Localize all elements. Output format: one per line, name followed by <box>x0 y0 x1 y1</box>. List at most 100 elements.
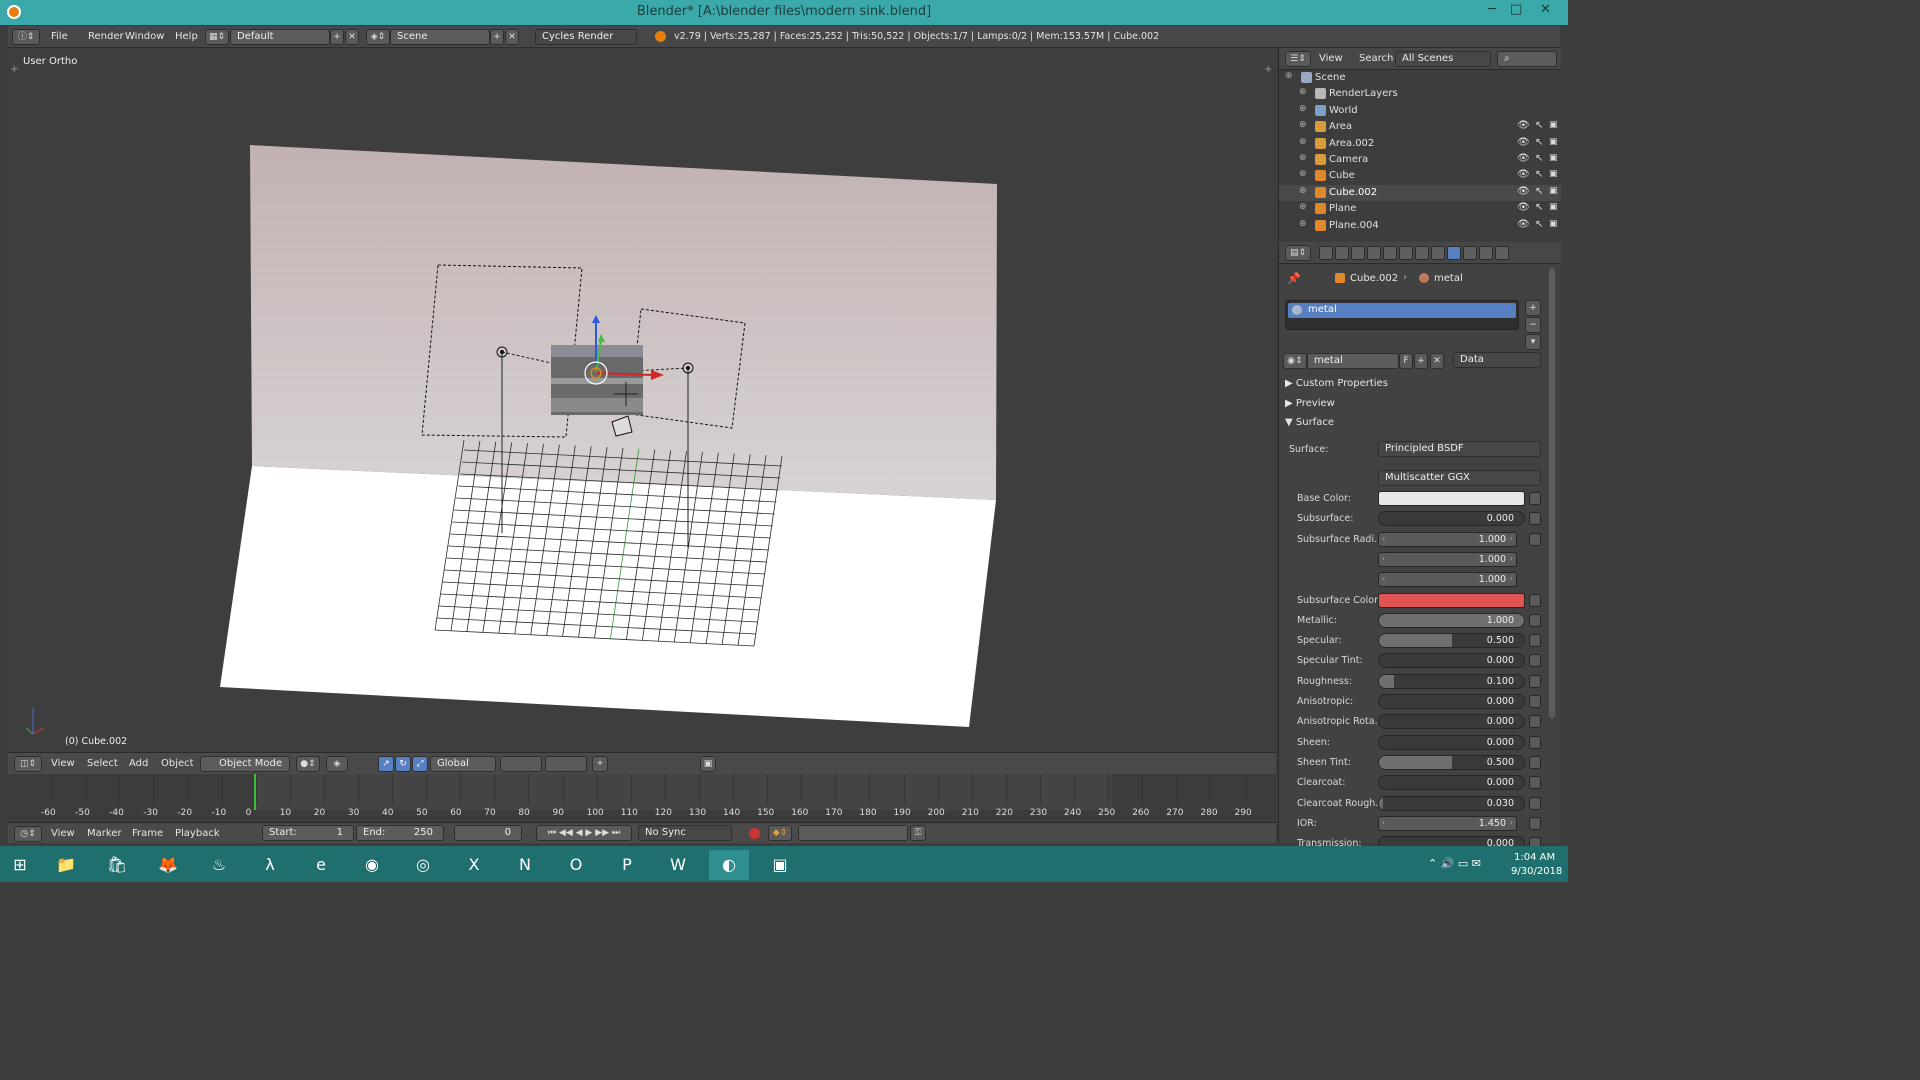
expand-toggle-icon[interactable]: ⊕ <box>1299 186 1307 196</box>
base-color-swatch[interactable] <box>1378 491 1525 506</box>
node-link-button[interactable] <box>1529 695 1541 708</box>
clock-date[interactable]: 9/30/2018 <box>1511 866 1562 877</box>
menu-file[interactable]: File <box>51 31 68 42</box>
pin-icon[interactable]: 📌 <box>1287 272 1301 285</box>
texture-tab-icon[interactable] <box>1463 246 1477 260</box>
vector-field[interactable]: ‹ 1.000 › <box>1378 531 1517 547</box>
render-camera-icon[interactable]: ▣ <box>1549 202 1558 212</box>
expand-toggle-icon[interactable]: ⊕ <box>1299 219 1307 229</box>
mode-dropdown[interactable]: Object Mode <box>200 756 290 772</box>
render-tab-icon[interactable] <box>1319 246 1333 260</box>
value-slider[interactable]: 0.500 <box>1378 633 1525 649</box>
snap-button[interactable]: ⌖ <box>592 756 608 772</box>
node-link-button[interactable] <box>1529 755 1541 769</box>
editor-type-properties-button[interactable]: ▤⇕ <box>1285 245 1311 261</box>
keying-set-button[interactable]: ◆⇕ <box>768 825 792 841</box>
data-tab-icon[interactable] <box>1431 246 1445 260</box>
material-add-button[interactable]: + <box>1414 353 1428 369</box>
custom-properties-panel-header[interactable]: ▶ Custom Properties <box>1285 378 1545 396</box>
word-icon[interactable]: W <box>658 850 698 880</box>
region-toggle-right-icon[interactable]: + <box>1264 64 1272 75</box>
onenote-icon[interactable]: N <box>505 850 545 880</box>
scene-remove-button[interactable]: ✕ <box>505 29 519 45</box>
outliner-item-plane-004[interactable]: ⊕ Plane.004 👁 ↖ ▣ <box>1279 218 1561 234</box>
file-explorer-icon[interactable]: 📁 <box>46 850 86 880</box>
value-slider[interactable]: 0.500 <box>1378 754 1525 770</box>
render-engine-dropdown[interactable]: Cycles Render <box>535 29 637 45</box>
outliner-item-area-002[interactable]: ⊕ Area.002 👁 ↖ ▣ <box>1279 136 1561 152</box>
scene-tab-icon[interactable] <box>1351 246 1365 260</box>
physics-tab-icon[interactable] <box>1495 246 1509 260</box>
start-frame-field[interactable]: Start: 1 <box>262 825 354 841</box>
node-link-button[interactable] <box>1529 512 1541 526</box>
value-slider[interactable]: 0.030 <box>1378 795 1525 811</box>
node-link-button[interactable] <box>1529 654 1541 668</box>
node-link-button[interactable] <box>1529 816 1541 830</box>
value-slider[interactable]: 0.000 <box>1378 694 1525 709</box>
layout-add-button[interactable]: + <box>330 29 344 45</box>
visibility-eye-icon[interactable]: 👁 <box>1517 120 1530 131</box>
outliner-search-input[interactable]: ⌕ <box>1497 51 1557 67</box>
value-slider[interactable]: 0.000 <box>1378 775 1525 791</box>
preview-panel-header[interactable]: ▶ Preview <box>1285 398 1545 416</box>
region-toggle-icon[interactable]: + <box>10 64 18 75</box>
increment-arrow-icon[interactable]: › <box>1510 574 1513 583</box>
expand-toggle-icon[interactable]: ⊕ <box>1299 169 1307 179</box>
render-layers-tab-icon[interactable] <box>1335 246 1349 260</box>
3d-viewport[interactable]: User Ortho (0) Cube.002 + + <box>8 48 1276 752</box>
render-camera-icon[interactable]: ▣ <box>1549 186 1558 196</box>
link-dropdown[interactable]: Data <box>1453 352 1541 368</box>
decrement-arrow-icon[interactable]: ‹ <box>1382 818 1385 827</box>
expand-toggle-icon[interactable]: ⊕ <box>1299 137 1307 147</box>
render-camera-icon[interactable]: ▣ <box>1549 169 1558 179</box>
increment-arrow-icon[interactable]: › <box>1510 534 1513 543</box>
outliner-item-plane[interactable]: ⊕ Plane 👁 ↖ ▣ <box>1279 201 1561 217</box>
chrome-canary-icon[interactable]: ◎ <box>403 850 443 880</box>
select-cursor-icon[interactable]: ↖ <box>1535 186 1543 197</box>
outlook-icon[interactable]: O <box>556 850 596 880</box>
select-cursor-icon[interactable]: ↖ <box>1535 120 1543 131</box>
scene-field[interactable]: Scene <box>390 29 490 45</box>
node-link-button[interactable] <box>1529 674 1541 688</box>
photos-icon[interactable]: ▣ <box>760 850 800 880</box>
material-name-field[interactable]: metal <box>1307 353 1399 369</box>
tray-icons[interactable]: ⌃ 🔊 ▭ ✉ <box>1428 857 1481 870</box>
expand-toggle-icon[interactable]: ⊕ <box>1299 120 1307 130</box>
expand-toggle-icon[interactable]: ⊕ <box>1299 153 1307 163</box>
visibility-eye-icon[interactable]: 👁 <box>1517 169 1530 180</box>
outliner-menu-view[interactable]: View <box>1319 53 1343 64</box>
close-button[interactable]: ✕ <box>1540 2 1551 17</box>
slot-remove-button[interactable]: − <box>1525 317 1541 333</box>
material-unlink-button[interactable]: ✕ <box>1430 353 1444 369</box>
node-link-button[interactable] <box>1529 735 1541 749</box>
value-slider[interactable]: 1.000 <box>1378 612 1525 628</box>
orientation-dropdown[interactable]: Global <box>430 756 496 772</box>
decrement-arrow-icon[interactable]: ‹ <box>1382 574 1385 583</box>
clock-time[interactable]: 1:04 AM <box>1514 852 1555 863</box>
scene-browse-button[interactable]: ◈⇕ <box>366 29 390 45</box>
timeline[interactable]: -60 -50 -40 -30 -20 -10 0 10 20 30 40 50 60 70 80 90 100… <box>8 774 1276 824</box>
expand-toggle-icon[interactable]: ⊕ <box>1285 71 1293 81</box>
outliner-item-cube[interactable]: ⊕ Cube 👁 ↖ ▣ <box>1279 168 1561 184</box>
outliner[interactable]: ☰⇕ View Search All Scenes ⌕ ⊕ Scene ⊕ Rende… <box>1278 48 1561 240</box>
tl-menu-marker[interactable]: Marker <box>87 828 122 839</box>
keying-set-field[interactable] <box>798 825 908 841</box>
material-browse-button[interactable]: ◉⇕ <box>1283 353 1307 369</box>
outliner-item-renderlayers[interactable]: ⊕ RenderLayers <box>1279 86 1561 102</box>
material-slot-item[interactable]: metal <box>1288 303 1516 318</box>
menu-window[interactable]: Window <box>125 31 164 42</box>
node-link-button[interactable] <box>1529 776 1541 790</box>
surface-shader-dropdown[interactable]: Principled BSDF <box>1378 441 1541 457</box>
layout-remove-button[interactable]: ✕ <box>345 29 359 45</box>
decrement-arrow-icon[interactable]: ‹ <box>1382 534 1385 543</box>
start-button[interactable]: ⊞ <box>0 850 40 880</box>
visibility-eye-icon[interactable]: 👁 <box>1517 137 1530 148</box>
expand-toggle-icon[interactable]: ⊕ <box>1299 202 1307 212</box>
object-tab-icon[interactable] <box>1383 246 1397 260</box>
decrement-arrow-icon[interactable]: ‹ <box>1382 554 1385 563</box>
node-link-button[interactable] <box>1529 634 1541 648</box>
node-link-button[interactable] <box>1529 613 1541 627</box>
render-camera-icon[interactable]: ▣ <box>1549 137 1558 147</box>
material-slot-list[interactable]: metal <box>1285 300 1519 330</box>
excel-icon[interactable]: X <box>454 850 494 880</box>
